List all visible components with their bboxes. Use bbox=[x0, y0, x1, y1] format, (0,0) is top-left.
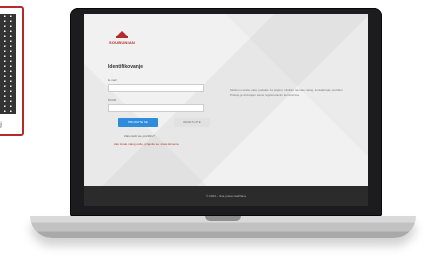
info-note: Molimo unesite vaše podatke za prijavu. … bbox=[230, 88, 344, 97]
laptop-notch bbox=[205, 216, 241, 221]
logo-text: SOUBUNIAN bbox=[108, 40, 136, 45]
field-label-email: E-mail bbox=[108, 78, 117, 82]
register-link[interactable]: Ako imate nalog ovde, prijavite se: www.… bbox=[114, 142, 179, 146]
reset-button[interactable]: RESETUJTE bbox=[174, 118, 210, 127]
field-label-pin: Pin/ID bbox=[108, 98, 117, 102]
email-field[interactable] bbox=[108, 84, 204, 92]
forgot-link[interactable]: Zaboravili ste pin/šifru? bbox=[124, 134, 155, 138]
screen-footer: © 2024 – Sva prava zadržana bbox=[84, 186, 368, 206]
laptop: SOUBUNIAN Identifikovanje E-mail Pin/ID … bbox=[0, 0, 446, 264]
logo: SOUBUNIAN bbox=[102, 31, 142, 48]
pin-field[interactable] bbox=[108, 104, 204, 112]
crown-icon bbox=[116, 31, 128, 38]
laptop-screen: SOUBUNIAN Identifikovanje E-mail Pin/ID … bbox=[84, 14, 368, 206]
page-title: Identifikovanje bbox=[108, 64, 144, 70]
login-button[interactable]: PRIJAVITE SE bbox=[118, 118, 158, 127]
